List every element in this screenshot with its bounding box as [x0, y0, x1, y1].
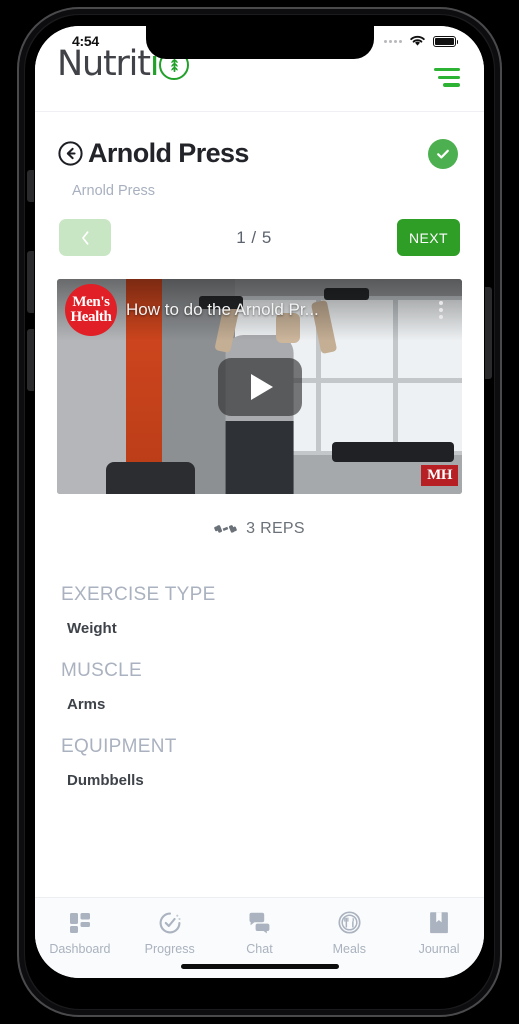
utensils-circle-icon — [338, 911, 361, 934]
title-left-group: Arnold Press — [57, 138, 249, 169]
previous-exercise-button[interactable] — [59, 219, 111, 256]
detail-value: Weight — [67, 620, 117, 637]
volume-down-button[interactable] — [27, 329, 34, 391]
volume-up-button[interactable] — [27, 251, 34, 313]
title-row: Arnold Press — [35, 112, 484, 169]
nav-item-progress[interactable]: Progress — [125, 911, 215, 956]
nav-item-journal[interactable]: Journal — [394, 911, 484, 956]
hamburger-menu-icon[interactable] — [434, 68, 460, 87]
kebab-menu-icon[interactable] — [432, 301, 450, 319]
play-button-icon[interactable] — [217, 357, 302, 416]
reps-row: 3 REPS — [35, 520, 484, 538]
video-title-bar: Men's Health How to do the Arnold Pr... — [57, 279, 462, 341]
detail-label: MUSCLE — [61, 660, 142, 681]
pager-count: 1 / 5 — [236, 227, 272, 247]
exercise-details: EXERCISE TYPE Weight MUSCLE Arms EQUIPME… — [35, 538, 484, 789]
nav-label: Journal — [418, 942, 460, 956]
page-title: Arnold Press — [88, 138, 249, 168]
power-button[interactable] — [485, 287, 492, 379]
detail-label: EQUIPMENT — [61, 736, 177, 757]
nav-label: Dashboard — [49, 942, 111, 956]
nav-label: Chat — [246, 942, 273, 956]
phone-frame: 4:54 Nutrit i Arnold Press Arnold Press … — [17, 7, 502, 1017]
nav-item-meals[interactable]: Meals — [304, 911, 394, 956]
nav-label: Meals — [332, 942, 366, 956]
silent-switch-button[interactable] — [27, 170, 34, 202]
chevron-left-icon — [81, 230, 88, 245]
video-title: How to do the Arnold Pr... — [126, 300, 319, 319]
mh-logo-line2: Health — [70, 309, 112, 325]
next-exercise-button[interactable]: NEXT — [397, 219, 460, 256]
main-content: Arnold Press Arnold Press 1 / 5 NEXT Men… — [35, 112, 484, 897]
mh-logo-line1: Men's — [72, 294, 110, 310]
brand-name: Nutrit — [57, 44, 151, 84]
detail-value: Arms — [67, 696, 106, 713]
nav-item-dashboard[interactable]: Dashboard — [35, 911, 125, 956]
back-arrow-circle-icon[interactable] — [57, 140, 84, 167]
pager-row: 1 / 5 NEXT — [35, 199, 484, 256]
mens-health-logo: Men's Health — [65, 284, 117, 336]
nav-label: Progress — [144, 942, 195, 956]
home-indicator[interactable] — [180, 964, 339, 969]
exercise-subtitle: Arnold Press — [72, 183, 156, 199]
book-icon — [429, 911, 449, 934]
dumbbell-icon — [214, 525, 237, 533]
detail-group: EQUIPMENT Dumbbells — [35, 736, 484, 789]
check-circle-icon[interactable] — [428, 138, 458, 169]
nav-item-chat[interactable]: Chat — [215, 911, 305, 956]
notch — [145, 26, 374, 59]
dashboard-grid-icon — [69, 911, 91, 934]
detail-label: EXERCISE TYPE — [61, 584, 216, 605]
chat-bubbles-icon — [248, 911, 271, 934]
exercise-video-player[interactable]: Men's Health How to do the Arnold Pr... … — [57, 279, 462, 494]
detail-value: Dumbbells — [67, 772, 144, 789]
progress-circle-icon — [159, 911, 181, 934]
mh-watermark: MH — [421, 465, 458, 486]
reps-text: 3 REPS — [246, 520, 305, 537]
detail-group: EXERCISE TYPE Weight — [35, 584, 484, 637]
detail-group: MUSCLE Arms — [35, 660, 484, 713]
phone-screen: 4:54 Nutrit i Arnold Press Arnold Press … — [35, 26, 484, 978]
